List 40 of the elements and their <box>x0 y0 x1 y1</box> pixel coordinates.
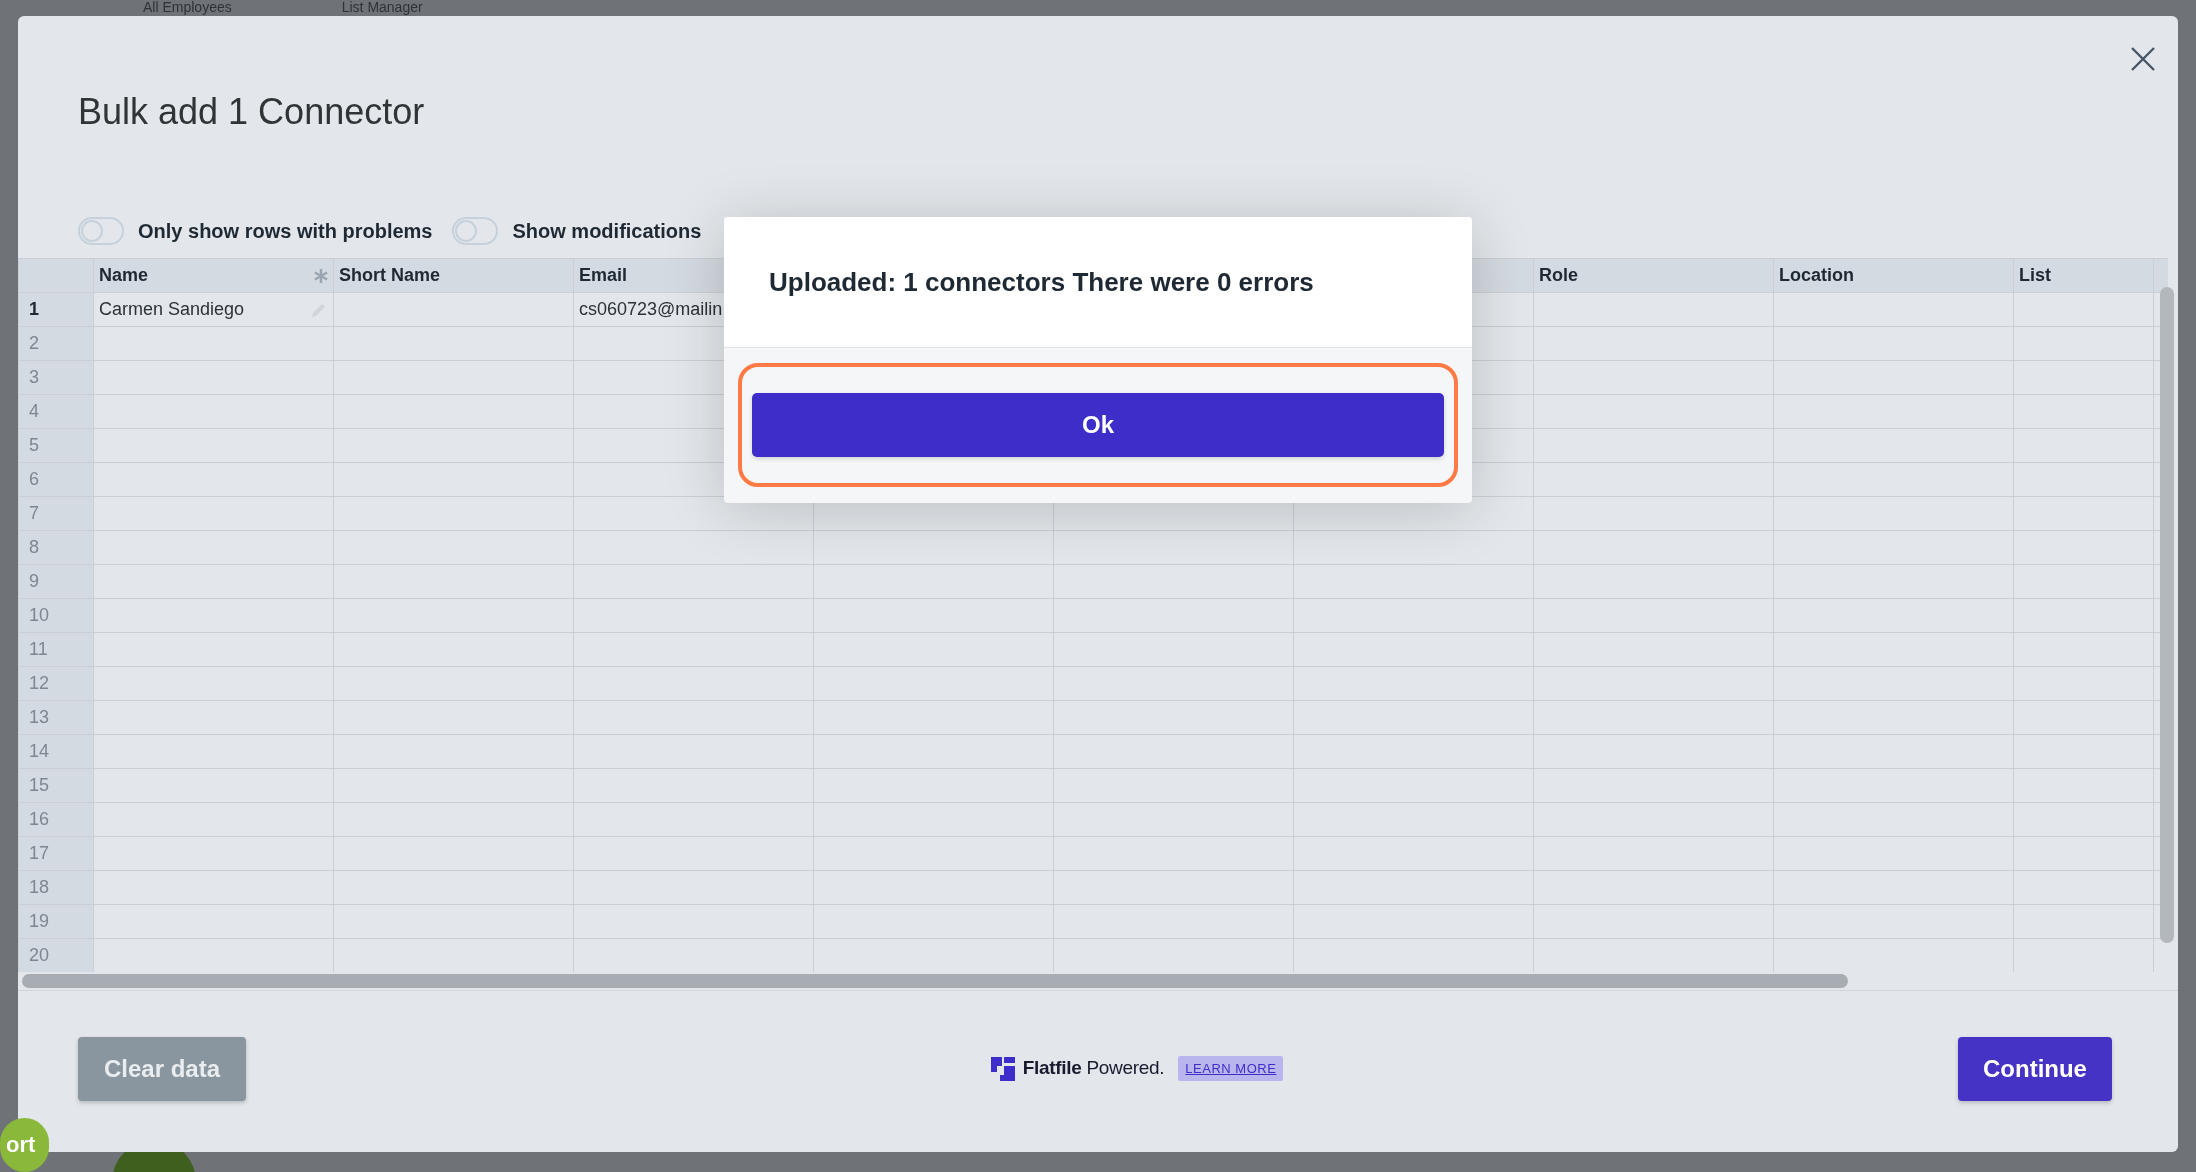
row-number: 8 <box>29 536 39 557</box>
column-header[interactable]: List <box>2019 261 2051 289</box>
row-number: 14 <box>29 740 50 761</box>
table-cell-text: cs060723@mailin <box>579 297 723 321</box>
table-cell-text: Carmen Sandiego <box>99 297 245 321</box>
row-number: 19 <box>29 910 50 931</box>
toggle-label: Only show rows with problems <box>138 218 433 244</box>
row-number: 9 <box>29 570 39 591</box>
dialog-message: Uploaded: 1 connectors There were 0 errors <box>769 265 1314 299</box>
ok-button[interactable]: Ok <box>752 393 1444 457</box>
row-number: 3 <box>29 366 39 387</box>
column-header[interactable]: Name <box>99 261 149 289</box>
close-button[interactable] <box>2130 46 2156 72</box>
column-header[interactable]: Email <box>579 261 628 289</box>
row-number: 16 <box>29 808 50 829</box>
continue-button[interactable]: Continue <box>1958 1036 2112 1101</box>
learn-more-link[interactable]: LEARN MORE <box>1178 1055 1284 1082</box>
row-number: 13 <box>29 706 50 727</box>
brand-text: Flatfile Powered. <box>1022 1056 1165 1081</box>
row-number: 7 <box>29 502 39 523</box>
vertical-scrollbar[interactable] <box>2160 287 2174 943</box>
row-number: 17 <box>29 842 50 863</box>
logo-icon <box>990 1056 1015 1082</box>
row-number: 1 <box>29 298 39 319</box>
row-number: 15 <box>29 774 50 795</box>
row-number: 12 <box>29 672 50 693</box>
row-number: 11 <box>29 638 48 659</box>
row-number: 10 <box>29 604 50 625</box>
row-number: 4 <box>29 400 39 421</box>
column-header[interactable]: Role <box>1539 261 1578 289</box>
row-number: 20 <box>29 944 50 965</box>
row-number: 5 <box>29 434 39 455</box>
toggle-switch[interactable] <box>78 216 124 245</box>
toggle-switch[interactable] <box>452 216 499 245</box>
toggle-label: Show modifications <box>512 218 702 244</box>
row-number: 18 <box>29 876 50 897</box>
modal-title: Bulk add 1 Connector <box>78 92 425 132</box>
row-number: 6 <box>29 468 39 489</box>
horizontal-scrollbar[interactable] <box>22 974 1848 989</box>
row-number: 2 <box>29 332 39 353</box>
